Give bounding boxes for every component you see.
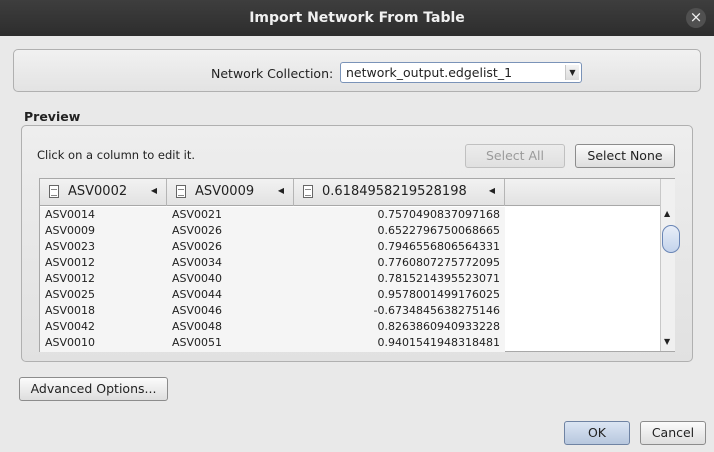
scroll-up-icon[interactable]: ▲ — [664, 209, 670, 218]
table-cell: ASV0009 — [45, 224, 96, 237]
table-cell: ASV0026 — [172, 240, 223, 253]
vertical-scrollbar[interactable]: ▲ ▼ — [660, 179, 680, 351]
table-cell: 0.7815214395523071 — [377, 272, 500, 285]
table-row: ASV0012 ASV0040 0.7815214395523071 — [40, 271, 660, 287]
network-collection-select[interactable]: network_output.edgelist_1 ▼ — [340, 62, 582, 83]
cancel-button[interactable]: Cancel — [640, 421, 706, 445]
table-cell: ASV0051 — [172, 336, 223, 349]
column-header[interactable]: 0.6184958219528198 ◀ — [294, 179, 505, 206]
table-cell: 0.7760807275772095 — [377, 256, 500, 269]
column-header[interactable]: ASV0002 ◀ — [40, 179, 167, 206]
table-cell: ASV0018 — [45, 304, 96, 317]
select-all-button[interactable]: Select All — [465, 144, 565, 168]
table-cell: 0.7946556806564331 — [377, 240, 500, 253]
column-header-label: 0.6184958219528198 — [322, 184, 467, 199]
table-cell: ASV0023 — [45, 240, 96, 253]
table-row: ASV0010 ASV0051 0.9401541948318481 — [40, 335, 660, 351]
table-row: ASV0025 ASV0044 0.9578001499176025 — [40, 287, 660, 303]
table-row: ASV0009 ASV0026 0.6522796750068665 — [40, 223, 660, 239]
table-cell: 0.8263860940933228 — [377, 320, 500, 333]
table-cell: ASV0021 — [172, 208, 223, 221]
column-header-label: ASV0009 — [195, 184, 255, 199]
table-row: ASV0023 ASV0026 0.7946556806564331 — [40, 239, 660, 255]
table-row: ASV0042 ASV0048 0.8263860940933228 — [40, 319, 660, 335]
table-cell: ASV0042 — [45, 320, 96, 333]
table-cell: ASV0012 — [45, 256, 96, 269]
table-cell: 0.6522796750068665 — [377, 224, 500, 237]
table-cell: ASV0014 — [45, 208, 96, 221]
table-cell: ASV0044 — [172, 288, 223, 301]
table-row: ASV0014 ASV0021 0.7570490837097168 — [40, 207, 660, 223]
advanced-options-button[interactable]: Advanced Options... — [19, 377, 168, 401]
table-body: ASV0014 ASV0021 0.7570490837097168 ASV0009 A… — [40, 207, 660, 352]
column-header[interactable]: ASV0009 ◀ — [167, 179, 294, 206]
scroll-thumb[interactable] — [662, 225, 680, 253]
table-cell: ASV0010 — [45, 336, 96, 349]
table-cell: 0.9401541948318481 — [377, 336, 500, 349]
close-icon[interactable]: × — [686, 8, 706, 28]
column-menu-arrow-icon[interactable]: ◀ — [278, 186, 284, 195]
ok-button[interactable]: OK — [564, 421, 630, 445]
document-icon — [49, 185, 59, 198]
scroll-down-icon[interactable]: ▼ — [664, 337, 670, 346]
table-cell: ASV0012 — [45, 272, 96, 285]
preview-section-label: Preview — [24, 109, 81, 124]
title-bar: Import Network From Table × — [0, 0, 714, 36]
table-row: ASV0012 ASV0034 0.7760807275772095 — [40, 255, 660, 271]
column-menu-arrow-icon[interactable]: ◀ — [151, 186, 157, 195]
dialog-title: Import Network From Table — [249, 10, 465, 26]
network-collection-label: Network Collection: — [211, 66, 334, 81]
preview-hint: Click on a column to edit it. — [37, 148, 196, 162]
table-cell: ASV0025 — [45, 288, 96, 301]
network-collection-value: network_output.edgelist_1 — [346, 65, 513, 80]
table-cell: ASV0026 — [172, 224, 223, 237]
document-icon — [176, 185, 186, 198]
table-cell: ASV0046 — [172, 304, 223, 317]
table-row: ASV0018 ASV0046 -0.6734845638275146 — [40, 303, 660, 319]
select-none-button[interactable]: Select None — [575, 144, 675, 168]
column-header-label: ASV0002 — [68, 184, 128, 199]
chevron-down-icon[interactable]: ▼ — [565, 65, 579, 80]
column-menu-arrow-icon[interactable]: ◀ — [489, 186, 495, 195]
table-cell: ASV0040 — [172, 272, 223, 285]
table-header: ASV0002 ◀ ASV0009 ◀ 0.6184958219528198 ◀ — [40, 179, 660, 206]
table-cell: 0.7570490837097168 — [377, 208, 500, 221]
table-cell: 0.9578001499176025 — [377, 288, 500, 301]
table-cell: ASV0034 — [172, 256, 223, 269]
table-cell: ASV0048 — [172, 320, 223, 333]
table-cell: -0.6734845638275146 — [373, 304, 500, 317]
preview-table[interactable]: ASV0002 ◀ ASV0009 ◀ 0.6184958219528198 ◀… — [39, 178, 680, 352]
document-icon — [303, 185, 313, 198]
